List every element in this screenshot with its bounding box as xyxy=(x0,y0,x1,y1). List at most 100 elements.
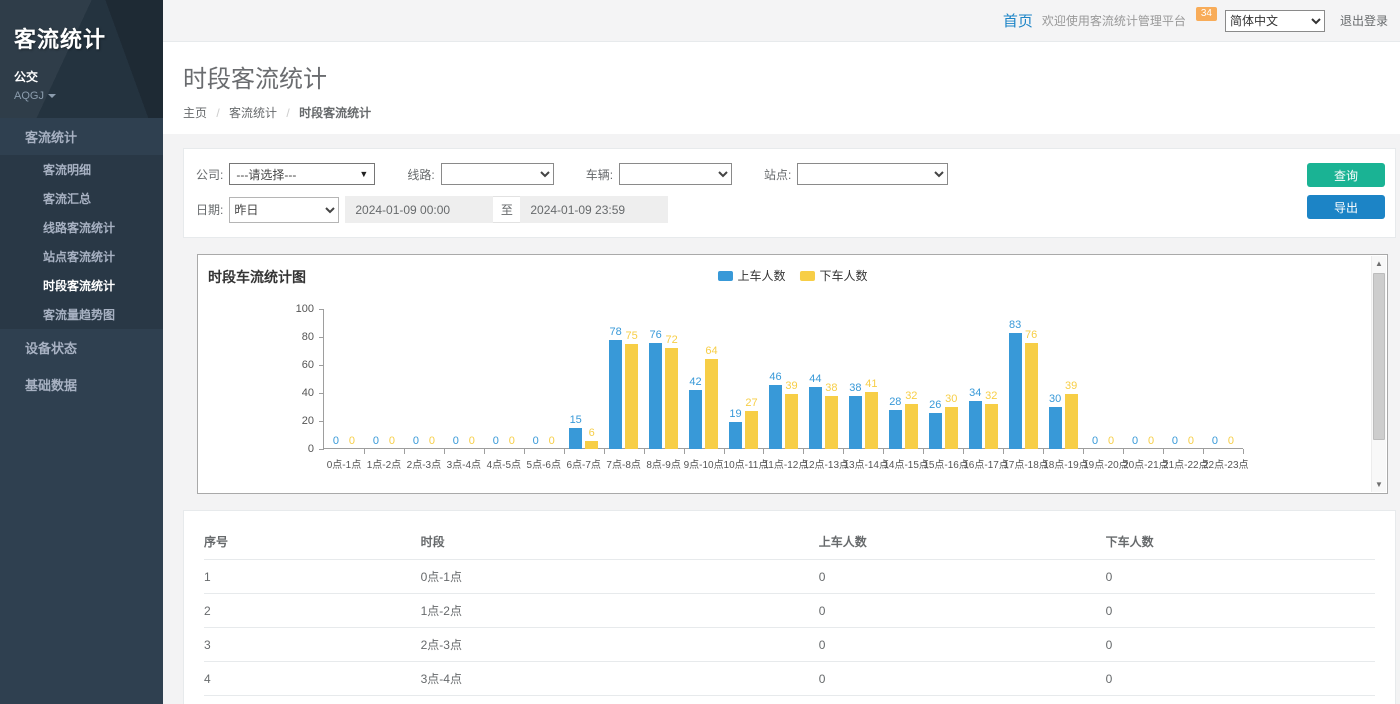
sidebar-sections: 设备状态基础数据 xyxy=(0,329,163,403)
scrollbar-thumb[interactable] xyxy=(1373,273,1385,440)
chart-title: 时段车流统计图 xyxy=(208,267,306,287)
y-axis-tick xyxy=(319,449,324,450)
company-name: 公交 xyxy=(14,68,149,85)
table-row: 10点-1点00 xyxy=(204,560,1375,594)
vehicle-select[interactable] xyxy=(619,163,732,185)
breadcrumb-separator: / xyxy=(216,106,219,120)
bar: 76 xyxy=(1025,343,1038,449)
sidebar-item[interactable]: 基础数据 xyxy=(0,366,163,403)
bar: 27 xyxy=(745,411,758,449)
sidebar-subitem[interactable]: 客流汇总 xyxy=(0,184,163,213)
sidebar-subitem[interactable]: 站点客流统计 xyxy=(0,242,163,271)
bar-group: 0021点-22点 xyxy=(1163,309,1203,449)
bar-value-label: 30 xyxy=(1049,393,1061,405)
table-cell: 0 xyxy=(819,628,1106,662)
bar: 32 xyxy=(905,404,918,449)
sidebar-subitem[interactable]: 线路客流统计 xyxy=(0,213,163,242)
x-axis-label: 20点-21点 xyxy=(1123,456,1163,471)
sidebar-item[interactable]: 设备状态 xyxy=(0,329,163,366)
x-axis-label: 1点-2点 xyxy=(364,456,404,471)
header-boarding: 上车人数 xyxy=(819,524,1106,560)
bar-value-label: 0 xyxy=(1212,435,1218,447)
logout-link[interactable]: 退出登录 xyxy=(1340,12,1388,29)
y-axis-label: 20 xyxy=(284,415,314,427)
station-select[interactable] xyxy=(797,163,948,185)
x-axis-label: 3点-4点 xyxy=(444,456,484,471)
bar-group: 283214点-15点 xyxy=(883,309,923,449)
bar-group: 005点-6点 xyxy=(524,309,564,449)
language-select[interactable]: 简体中文 xyxy=(1225,10,1325,32)
bar-group: 263015点-16点 xyxy=(923,309,963,449)
company-select[interactable]: ---请选择--- ▼ xyxy=(229,163,375,185)
sidebar-logo-area: 客流统计 公交 AQGJ xyxy=(0,0,163,118)
bar-value-label: 0 xyxy=(389,435,395,447)
breadcrumb-home[interactable]: 主页 xyxy=(183,106,207,120)
legend-item[interactable]: 下车人数 xyxy=(800,267,868,284)
bar-value-label: 32 xyxy=(985,390,997,402)
x-axis-label: 19点-20点 xyxy=(1083,456,1123,471)
bar-value-label: 0 xyxy=(469,435,475,447)
sidebar-subitem[interactable]: 客流量趋势图 xyxy=(0,300,163,329)
bar-value-label: 0 xyxy=(493,435,499,447)
bar: 72 xyxy=(665,348,678,449)
x-axis-label: 11点-12点 xyxy=(763,456,803,471)
table-body: 10点-1点0021点-2点0032点-3点0043点-4点0054点-5点00… xyxy=(204,560,1375,704)
bar: 30 xyxy=(1049,407,1062,449)
bar-value-label: 76 xyxy=(649,329,661,341)
bar: 32 xyxy=(985,404,998,449)
x-axis-label: 8点-9点 xyxy=(644,456,684,471)
x-axis-label: 5点-6点 xyxy=(524,456,564,471)
bar-group: 384113点-14点 xyxy=(843,309,883,449)
date-start-input[interactable]: 2024-01-09 00:00 xyxy=(345,196,493,223)
company-label: 公司: xyxy=(196,166,223,183)
legend-swatch xyxy=(717,271,732,281)
bar-group: 192710点-11点 xyxy=(724,309,764,449)
bar-value-label: 0 xyxy=(333,435,339,447)
sidebar: 客流统计 公交 AQGJ 客流统计 客流明细客流汇总线路客流统计站点客流统计时段… xyxy=(0,0,163,704)
bar: 28 xyxy=(889,410,902,449)
search-button[interactable]: 查询 xyxy=(1307,163,1385,187)
bar-value-label: 32 xyxy=(905,390,917,402)
scrollbar-down-arrow-icon[interactable]: ▼ xyxy=(1372,477,1386,492)
bar-value-label: 0 xyxy=(1172,435,1178,447)
bar-value-label: 27 xyxy=(745,397,757,409)
legend-label: 下车人数 xyxy=(820,267,868,284)
sidebar-subitem[interactable]: 客流明细 xyxy=(0,155,163,184)
bar-value-label: 0 xyxy=(549,435,555,447)
bar: 78 xyxy=(609,340,622,449)
breadcrumb-passenger-stats[interactable]: 客流统计 xyxy=(229,106,277,120)
x-axis-label: 10点-11点 xyxy=(724,456,764,471)
bar-group: 343216点-17点 xyxy=(963,309,1003,449)
bar-group: 002点-3点 xyxy=(404,309,444,449)
legend-label: 上车人数 xyxy=(737,267,785,284)
user-name: AQGJ xyxy=(14,90,44,102)
legend-item[interactable]: 上车人数 xyxy=(717,267,785,284)
bar-group: 463911点-12点 xyxy=(763,309,803,449)
export-button[interactable]: 导出 xyxy=(1307,195,1385,219)
bar-group: 76728点-9点 xyxy=(644,309,684,449)
app-brand: 客流统计 xyxy=(14,22,149,54)
vehicle-label: 车辆: xyxy=(586,166,613,183)
submenu: 客流明细客流汇总线路客流统计站点客流统计时段客流统计客流量趋势图 xyxy=(0,155,163,329)
home-link[interactable]: 首页 xyxy=(1003,10,1033,31)
bar-group: 42649点-10点 xyxy=(684,309,724,449)
line-select[interactable] xyxy=(441,163,554,185)
breadcrumb: 主页 / 客流统计 / 时段客流统计 xyxy=(183,104,1400,121)
date-end-input[interactable]: 2024-01-09 23:59 xyxy=(520,196,668,223)
filter-row-2: 日期: 昨日 2024-01-09 00:00 至 2024-01-09 23:… xyxy=(196,196,1295,223)
sidebar-item-passenger-stats[interactable]: 客流统计 xyxy=(0,118,163,155)
x-axis-label: 7点-8点 xyxy=(604,456,644,471)
table-cell: 0 xyxy=(1106,696,1375,704)
x-axis-label: 15点-16点 xyxy=(923,456,963,471)
table-cell: 3 xyxy=(204,628,421,662)
chart-scrollbar[interactable]: ▲ ▼ xyxy=(1371,256,1386,492)
y-axis-label: 100 xyxy=(284,303,314,315)
table-row: 32点-3点00 xyxy=(204,628,1375,662)
bar-value-label: 0 xyxy=(1092,435,1098,447)
table-cell: 0 xyxy=(1106,628,1375,662)
scrollbar-up-arrow-icon[interactable]: ▲ xyxy=(1372,256,1386,271)
date-preset-select[interactable]: 昨日 xyxy=(229,197,339,223)
header-index: 序号 xyxy=(204,524,421,560)
sidebar-subitem[interactable]: 时段客流统计 xyxy=(0,271,163,300)
user-menu[interactable]: AQGJ xyxy=(14,90,149,102)
